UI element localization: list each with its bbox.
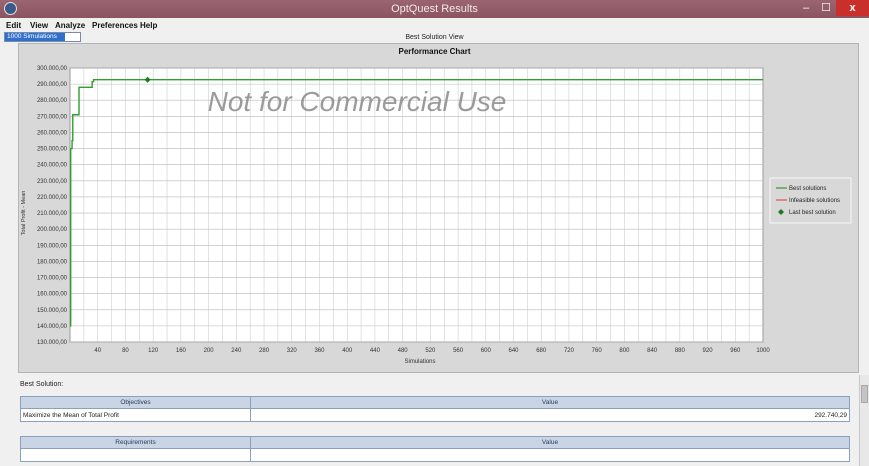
- y-tick-label: 230.000,00: [37, 179, 68, 185]
- requirements-value-header: Value: [250, 436, 850, 449]
- x-tick-label: 160: [176, 348, 187, 354]
- y-tick-label: 150.000,00: [37, 308, 68, 314]
- requirement-name: [20, 448, 251, 462]
- requirements-header: Requirements: [20, 436, 251, 449]
- legend-label: Infeasible solutions: [789, 198, 840, 204]
- x-tick-label: 1000: [756, 348, 770, 354]
- x-tick-label: 560: [453, 348, 464, 354]
- x-tick-label: 120: [148, 348, 159, 354]
- y-tick-label: 140.000,00: [37, 324, 68, 330]
- y-tick-label: 160.000,00: [37, 292, 68, 298]
- x-tick-label: 280: [259, 348, 270, 354]
- x-tick-label: 40: [94, 348, 101, 354]
- objective-name: Maximize the Mean of Total Profit: [20, 408, 251, 422]
- x-tick-label: 200: [204, 348, 215, 354]
- y-tick-label: 180.000,00: [37, 259, 68, 265]
- legend-label: Last best solution: [789, 210, 836, 216]
- x-tick-label: 600: [481, 348, 492, 354]
- table-row[interactable]: [20, 448, 850, 462]
- x-tick-label: 400: [342, 348, 353, 354]
- requirement-value: [250, 448, 850, 462]
- y-tick-label: 280.000,00: [37, 98, 68, 104]
- objectives-table: Objectives Value Maximize the Mean of To…: [20, 396, 850, 422]
- x-tick-label: 480: [398, 348, 409, 354]
- y-tick-label: 290.000,00: [37, 82, 68, 88]
- y-tick-label: 270.000,00: [37, 114, 68, 120]
- x-tick-label: 920: [703, 348, 714, 354]
- y-tick-label: 170.000,00: [37, 276, 68, 282]
- y-tick-label: 190.000,00: [37, 243, 68, 249]
- y-tick-label: 210.000,00: [37, 211, 68, 217]
- x-axis-label: Simulations: [404, 359, 435, 365]
- x-tick-label: 680: [536, 348, 547, 354]
- x-tick-label: 520: [425, 348, 436, 354]
- objective-value: 292.740,29: [250, 408, 850, 422]
- optquest-results-window: OptQuest Results – ☐ x Edit View Analyze…: [0, 0, 869, 466]
- x-tick-label: 80: [122, 348, 129, 354]
- x-tick-label: 440: [370, 348, 381, 354]
- legend-label: Best solutions: [789, 186, 826, 192]
- vertical-scrollbar[interactable]: [859, 375, 869, 466]
- watermark: Not for Commercial Use: [208, 86, 507, 117]
- y-tick-label: 200.000,00: [37, 227, 68, 233]
- x-tick-label: 360: [314, 348, 325, 354]
- x-tick-label: 960: [730, 348, 741, 354]
- y-axis-label: Total Profit - Mean: [21, 191, 27, 236]
- scrollbar-thumb[interactable]: [861, 385, 868, 403]
- objectives-value-header: Value: [250, 396, 850, 409]
- x-tick-label: 240: [231, 348, 242, 354]
- y-tick-label: 220.000,00: [37, 195, 68, 201]
- objectives-header: Objectives: [20, 396, 251, 409]
- x-tick-label: 880: [675, 348, 686, 354]
- x-tick-label: 800: [619, 348, 630, 354]
- x-tick-label: 720: [564, 348, 575, 354]
- best-solution-label: Best Solution:: [20, 381, 64, 388]
- table-row[interactable]: Maximize the Mean of Total Profit 292.74…: [20, 408, 850, 422]
- x-tick-label: 640: [509, 348, 520, 354]
- y-tick-label: 250.000,00: [37, 147, 68, 153]
- y-tick-label: 260.000,00: [37, 130, 68, 136]
- y-tick-label: 300.000,00: [37, 66, 68, 72]
- x-tick-label: 320: [287, 348, 298, 354]
- x-tick-label: 840: [647, 348, 658, 354]
- y-tick-label: 130.000,00: [37, 340, 68, 346]
- y-tick-label: 240.000,00: [37, 163, 68, 169]
- x-tick-label: 760: [592, 348, 603, 354]
- chart-legend: Best solutions Infeasible solutions Last b…: [769, 177, 852, 224]
- requirements-table: Requirements Value: [20, 436, 850, 462]
